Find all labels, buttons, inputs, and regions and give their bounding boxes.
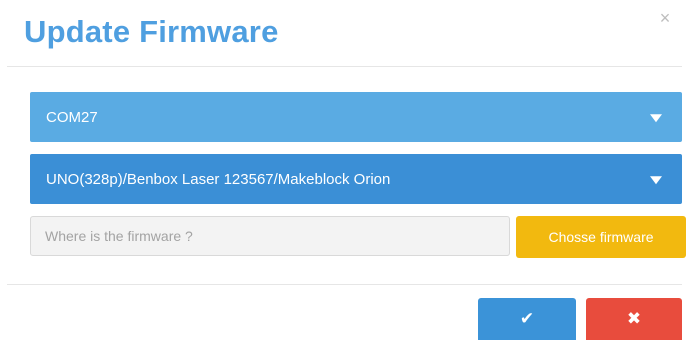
board-select-value: UNO(328p)/Benbox Laser 123567/Makeblock …: [46, 170, 391, 188]
caret-down-icon: [650, 114, 662, 123]
firmware-path-input[interactable]: [30, 216, 510, 256]
update-firmware-dialog: Update Firmware × COM27 UNO(328p)/Benbox…: [0, 0, 689, 340]
dialog-title: Update Firmware: [24, 14, 279, 49]
port-select[interactable]: COM27: [30, 92, 682, 142]
check-icon: ✔: [519, 309, 535, 329]
close-icon[interactable]: ×: [657, 9, 673, 27]
port-select-value: COM27: [46, 108, 98, 126]
header-divider: [7, 66, 682, 67]
choose-firmware-button[interactable]: Chosse firmware: [516, 216, 686, 258]
cross-icon: ✖: [626, 309, 642, 329]
footer-divider: [7, 284, 682, 285]
caret-down-icon: [650, 176, 662, 185]
confirm-button[interactable]: ✔: [478, 298, 576, 340]
board-select[interactable]: UNO(328p)/Benbox Laser 123567/Makeblock …: [30, 154, 682, 204]
cancel-button[interactable]: ✖: [586, 298, 682, 340]
